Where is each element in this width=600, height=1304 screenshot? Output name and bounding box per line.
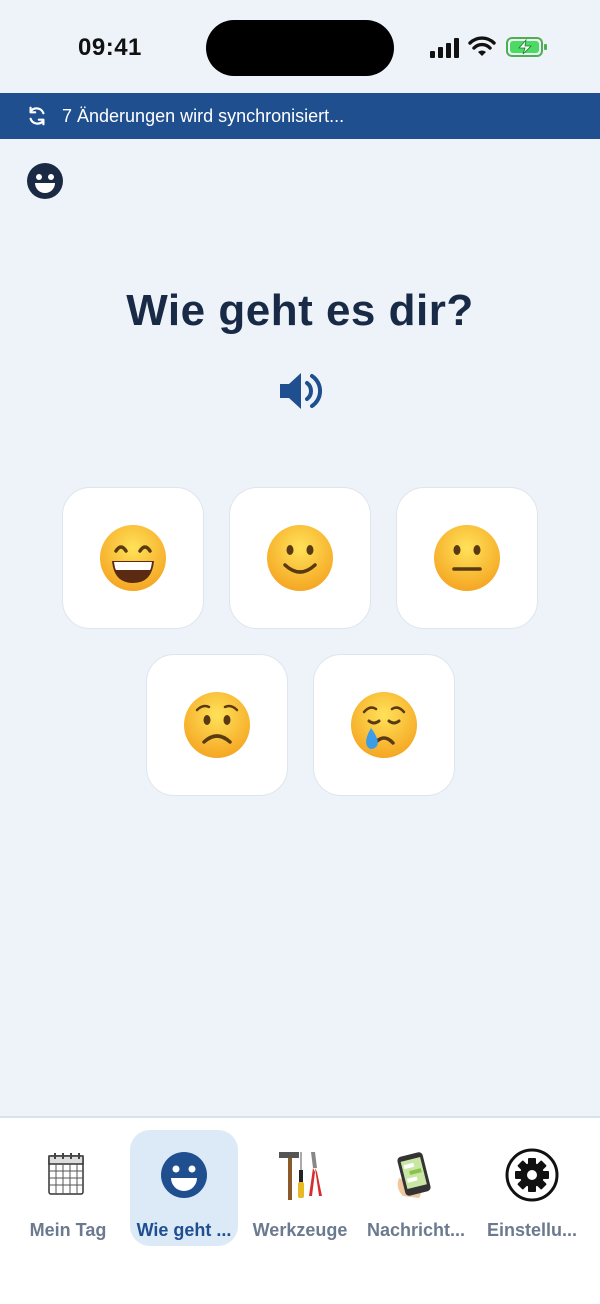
mood-button-happy[interactable]: [229, 487, 371, 629]
slightly-smiling-face-icon: [267, 525, 333, 591]
mood-button-sad[interactable]: [146, 654, 288, 796]
sync-status-text: 7 Änderungen wird synchronisiert...: [62, 105, 345, 126]
crying-face-icon: [351, 692, 417, 758]
page-title: Wie geht es dir?: [126, 286, 474, 335]
grinning-face-icon: [100, 525, 166, 591]
wifi-icon: [468, 36, 496, 56]
clock: 09:41: [78, 34, 142, 61]
neutral-face-icon: [434, 525, 500, 591]
tab-einstellungen[interactable]: Einstellu...: [478, 1130, 586, 1246]
tools-icon: [279, 1152, 322, 1200]
calendar-icon: [48, 1153, 84, 1195]
worried-face-icon: [184, 692, 250, 758]
tab-wie-geht[interactable]: Wie geht ...: [130, 1130, 238, 1246]
status-bar: 09:41: [0, 0, 600, 93]
sync-banner: 7 Änderungen wird synchronisiert...: [0, 93, 600, 139]
tab-label: Nachricht...: [366, 1220, 466, 1240]
mood-button-very-sad[interactable]: [313, 654, 455, 796]
gear-icon: [505, 1148, 559, 1202]
sync-icon: [29, 106, 45, 126]
mood-button-neutral[interactable]: [396, 487, 538, 629]
battery-charging-icon: [506, 37, 547, 57]
smiley-icon: [27, 163, 63, 199]
tab-label: Mein Tag: [29, 1220, 107, 1240]
tab-label: Werkzeuge: [252, 1220, 348, 1240]
tab-bar: Mein Tag Wie geht ... Werkzeuge Nachrich…: [0, 1116, 600, 1304]
tab-nachrichten[interactable]: Nachricht...: [362, 1130, 470, 1246]
speaker-icon[interactable]: [278, 370, 322, 412]
dynamic-island: [206, 20, 394, 76]
tab-mein-tag[interactable]: Mein Tag: [14, 1130, 122, 1246]
phone-message-icon: [397, 1152, 431, 1198]
smiley-icon: [161, 1152, 207, 1198]
cellular-signal-icon: [430, 38, 459, 58]
mood-button-very-happy[interactable]: [62, 487, 204, 629]
tab-label: Wie geht ...: [136, 1220, 232, 1240]
tab-werkzeuge[interactable]: Werkzeuge: [246, 1130, 354, 1246]
tab-label: Einstellu...: [486, 1220, 578, 1240]
